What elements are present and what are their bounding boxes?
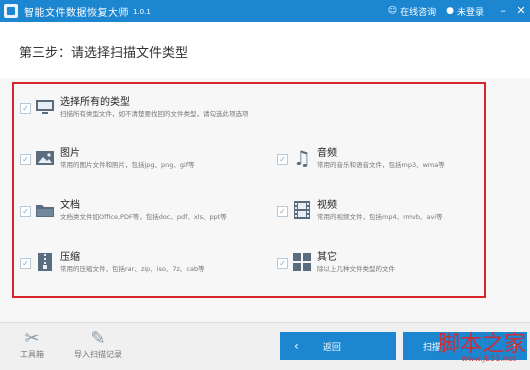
tools-icon: ✂ bbox=[24, 328, 40, 349]
app-title: 智能文件数据恢复大师 bbox=[24, 7, 129, 19]
toolbox-label: 工具箱 bbox=[20, 350, 44, 359]
login-label: 未登录 bbox=[456, 7, 484, 18]
step-title: 第三步：请选择扫描文件类型 bbox=[19, 46, 189, 61]
online-consult-label: 在线咨询 bbox=[400, 7, 437, 18]
app-version: 1.0.1 bbox=[133, 8, 151, 16]
title-controls: ☺ 在线咨询 ● 未登录 – ✕ bbox=[388, 0, 530, 22]
toolbox-button[interactable]: ✂ 工具箱 bbox=[20, 329, 44, 360]
import-icon: ✎ bbox=[90, 328, 106, 349]
title-bar: 智能文件数据恢复大师 1.0.1 ☺ 在线咨询 ● 未登录 – ✕ bbox=[0, 0, 530, 22]
import-label: 导入扫描记录 bbox=[74, 350, 122, 359]
close-button[interactable]: ✕ bbox=[512, 0, 530, 22]
step-header: 第三步：请选择扫描文件类型 bbox=[0, 22, 530, 79]
import-scan-record-button[interactable]: ✎ 导入扫描记录 bbox=[74, 329, 122, 360]
highlight-box bbox=[12, 82, 486, 298]
back-label: 返回 bbox=[322, 342, 341, 353]
minimize-button[interactable]: – bbox=[494, 0, 512, 22]
online-consult-link[interactable]: ☺ 在线咨询 bbox=[388, 5, 436, 18]
chevron-left-icon: ‹ bbox=[294, 339, 299, 353]
watermark-url: www.jb51.net bbox=[461, 354, 516, 363]
app-logo-icon bbox=[4, 4, 18, 18]
user-icon: ● bbox=[446, 6, 454, 16]
chat-icon: ☺ bbox=[387, 6, 398, 16]
login-link[interactable]: ● 未登录 bbox=[446, 5, 484, 18]
back-button[interactable]: ‹ 返回 bbox=[280, 332, 396, 360]
